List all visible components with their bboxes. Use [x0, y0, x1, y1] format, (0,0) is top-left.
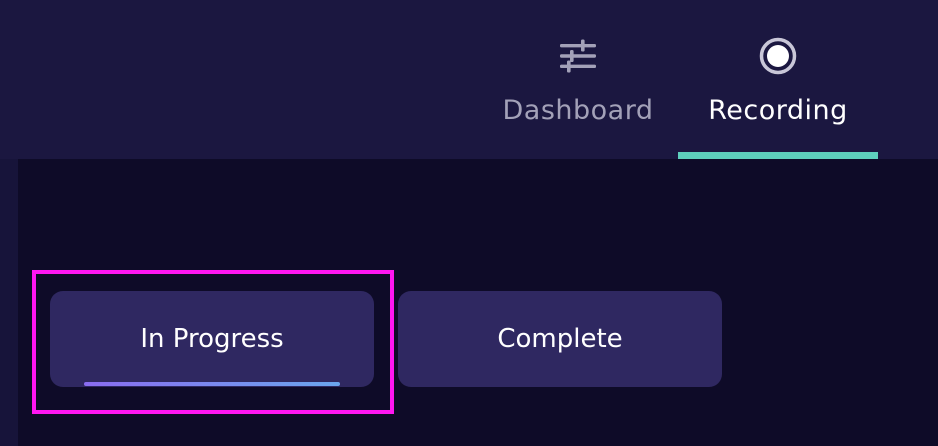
- in-progress-button[interactable]: In Progress: [50, 291, 374, 387]
- sliders-icon: [560, 39, 596, 73]
- in-progress-label: In Progress: [140, 324, 284, 354]
- tab-dashboard[interactable]: Dashboard: [480, 0, 676, 159]
- complete-button[interactable]: Complete: [398, 291, 722, 387]
- record-icon: [759, 37, 797, 75]
- top-navigation-bar: Dashboard Recording: [0, 0, 938, 159]
- tab-recording[interactable]: Recording: [678, 0, 878, 159]
- selected-segment-underline: [84, 382, 340, 386]
- complete-label: Complete: [497, 324, 623, 354]
- left-edge-panel: [0, 159, 18, 446]
- active-tab-indicator: [678, 152, 878, 159]
- tab-recording-label: Recording: [708, 95, 848, 126]
- tab-dashboard-label: Dashboard: [502, 95, 654, 126]
- app-root: Dashboard Recording In Progress Complete: [0, 0, 938, 446]
